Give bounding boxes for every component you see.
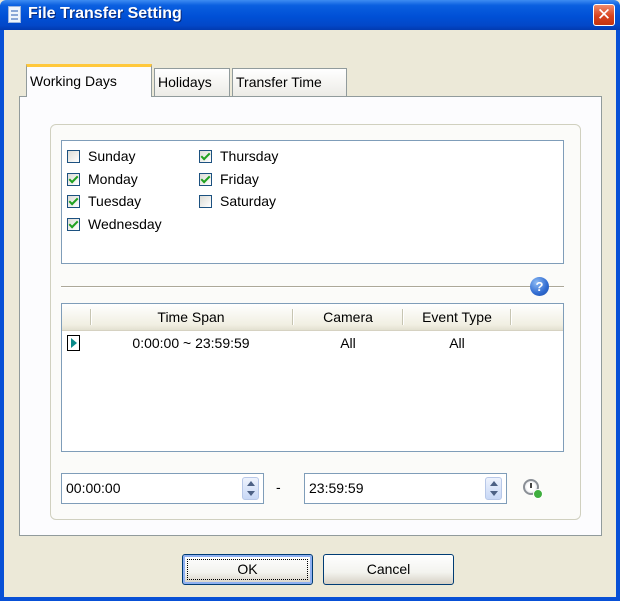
window-frame-bottom: [0, 597, 620, 601]
start-time-input[interactable]: 00:00:00: [61, 473, 264, 504]
day-label: Sunday: [88, 148, 136, 164]
tab-label: Transfer Time: [236, 74, 322, 90]
tab-working-days[interactable]: Working Days: [26, 64, 152, 97]
day-friday[interactable]: Friday: [199, 169, 259, 189]
day-sunday[interactable]: Sunday: [67, 146, 135, 166]
day-label: Saturday: [220, 193, 277, 209]
start-time-spinner[interactable]: [242, 477, 259, 500]
tab-label: Holidays: [158, 74, 212, 90]
row-indicator-icon: [67, 335, 80, 351]
close-icon: ✕: [596, 5, 612, 24]
window-frame-right: [616, 30, 620, 601]
window-title: File Transfer Setting: [28, 5, 182, 22]
clock-add-icon[interactable]: [523, 479, 543, 499]
spin-up-icon[interactable]: [247, 481, 255, 486]
close-button[interactable]: ✕: [593, 4, 615, 26]
help-icon[interactable]: ?: [530, 277, 549, 296]
checkbox[interactable]: [199, 194, 212, 208]
checkbox[interactable]: [67, 149, 80, 163]
spin-down-icon[interactable]: [490, 491, 498, 496]
schedule-grid: Time Span Camera Event Type 0:00:00 ~ 23…: [61, 303, 564, 452]
table-row[interactable]: 0:00:00 ~ 23:59:59 All All: [62, 332, 563, 354]
checkbox[interactable]: [199, 149, 212, 163]
tab-transfer-time[interactable]: Transfer Time: [232, 68, 347, 96]
day-label: Thursday: [220, 148, 279, 164]
checkbox[interactable]: [67, 217, 80, 231]
dialog-window: File Transfer Setting ✕ Working Days Hol…: [0, 0, 620, 601]
working-days-list: Sunday Monday Tuesday Wednesday Thursday…: [61, 140, 564, 264]
day-wednesday[interactable]: Wednesday: [67, 214, 162, 234]
cancel-label: Cancel: [366, 561, 411, 577]
separator: [61, 286, 564, 288]
day-thursday[interactable]: Thursday: [199, 146, 278, 166]
end-time-input[interactable]: 23:59:59: [304, 473, 507, 504]
title-bar[interactable]: File Transfer Setting ✕: [0, 0, 620, 30]
checkbox[interactable]: [67, 172, 80, 186]
document-icon: [8, 6, 21, 23]
column-divider: [90, 309, 92, 325]
checkbox[interactable]: [67, 194, 80, 208]
cell-time-span: 0:00:00 ~ 23:59:59: [132, 335, 250, 351]
day-label: Friday: [220, 171, 259, 187]
tab-label: Working Days: [30, 73, 117, 89]
time-separator: -: [276, 479, 281, 495]
column-header-camera[interactable]: Camera: [294, 304, 402, 330]
grid-header: Time Span Camera Event Type: [62, 304, 563, 331]
cell-event-type: All: [449, 335, 465, 351]
day-tuesday[interactable]: Tuesday: [67, 191, 141, 211]
checkbox[interactable]: [199, 172, 212, 186]
tab-holidays[interactable]: Holidays: [154, 68, 230, 96]
window-frame-left: [0, 30, 4, 601]
column-header-event-type[interactable]: Event Type: [404, 304, 510, 330]
day-label: Wednesday: [88, 216, 162, 232]
end-time-value: 23:59:59: [309, 480, 364, 496]
cancel-button[interactable]: Cancel: [323, 554, 454, 585]
column-divider: [510, 309, 512, 325]
ok-button[interactable]: OK: [182, 554, 313, 585]
day-monday[interactable]: Monday: [67, 169, 138, 189]
start-time-value: 00:00:00: [66, 480, 121, 496]
day-label: Monday: [88, 171, 138, 187]
spin-up-icon[interactable]: [490, 481, 498, 486]
spin-down-icon[interactable]: [247, 491, 255, 496]
focus-rectangle: [187, 559, 308, 580]
cell-camera: All: [340, 335, 356, 351]
day-label: Tuesday: [88, 193, 142, 209]
day-saturday[interactable]: Saturday: [199, 191, 276, 211]
end-time-spinner[interactable]: [485, 477, 502, 500]
column-header-time-span[interactable]: Time Span: [90, 304, 292, 330]
